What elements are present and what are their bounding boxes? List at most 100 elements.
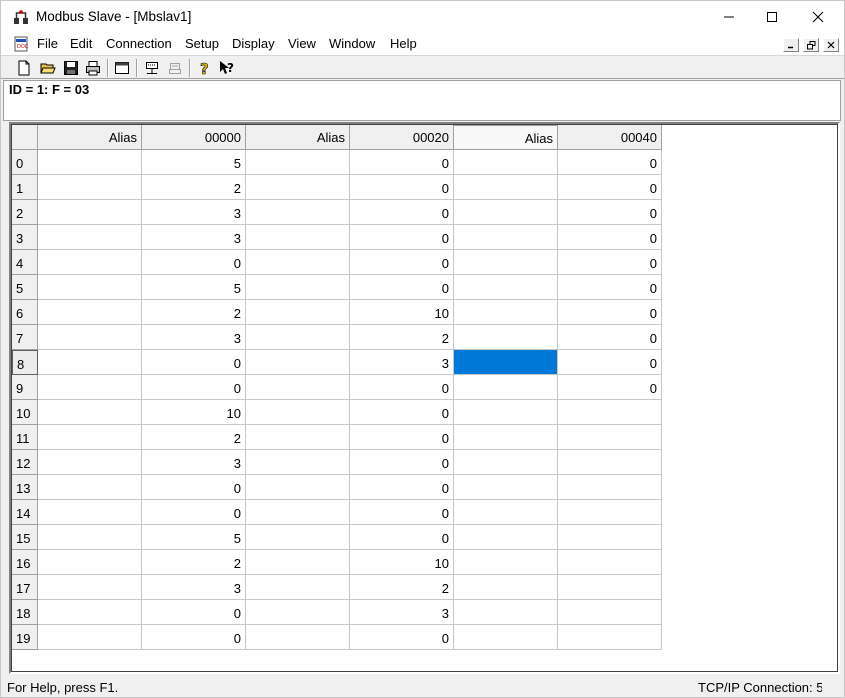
row-header-9[interactable]: 9 [12,375,38,400]
grid-cell[interactable] [454,225,558,250]
grid-cell[interactable] [246,450,350,475]
grid-cell[interactable] [246,550,350,575]
grid-cell[interactable] [38,500,142,525]
grid-cell[interactable] [558,575,662,600]
grid-cell[interactable]: 2 [142,300,246,325]
grid-cell[interactable]: 0 [350,425,454,450]
row-header-14[interactable]: 14 [12,500,38,525]
row-header-7[interactable]: 7 [12,325,38,350]
grid-cell[interactable] [454,525,558,550]
grid-cell[interactable] [246,250,350,275]
close-button[interactable] [795,1,841,33]
open-button[interactable] [38,58,58,78]
row-header-2[interactable]: 2 [12,200,38,225]
print-button[interactable] [83,58,103,78]
grid-cell[interactable] [454,375,558,400]
help-button[interactable]: ? [194,58,214,78]
grid-cell[interactable]: 10 [350,300,454,325]
grid-cell[interactable]: 0 [558,250,662,275]
grid-corner[interactable] [12,125,38,150]
grid-cell[interactable] [38,450,142,475]
grid-cell[interactable]: 3 [142,225,246,250]
menu-file[interactable]: File [37,36,58,51]
grid-cell[interactable] [558,600,662,625]
row-header-0[interactable]: 0 [12,150,38,175]
grid-cell[interactable]: 3 [350,350,454,375]
grid-cell[interactable] [454,200,558,225]
row-header-10[interactable]: 10 [12,400,38,425]
grid-cell[interactable]: 0 [350,500,454,525]
grid-cell[interactable]: 2 [142,550,246,575]
maximize-button[interactable] [749,1,795,33]
grid-cell[interactable] [38,400,142,425]
grid-cell[interactable] [38,250,142,275]
grid-cell[interactable] [454,425,558,450]
row-header-18[interactable]: 18 [12,600,38,625]
mdi-close-button[interactable] [823,38,839,52]
grid-cell[interactable]: 0 [558,375,662,400]
grid-cell[interactable] [38,525,142,550]
grid-cell[interactable] [558,525,662,550]
row-header-12[interactable]: 12 [12,450,38,475]
grid-cell[interactable] [38,350,142,375]
grid-cell[interactable] [38,300,142,325]
grid-cell[interactable] [454,475,558,500]
grid-cell[interactable] [454,575,558,600]
grid-cell[interactable]: 0 [142,500,246,525]
document-icon[interactable]: DOC [13,36,29,52]
grid-cell[interactable] [454,625,558,650]
grid-cell[interactable]: 0 [142,625,246,650]
row-header-17[interactable]: 17 [12,575,38,600]
menu-display[interactable]: Display [232,36,275,51]
grid-cell[interactable] [558,550,662,575]
grid-cell[interactable]: 0 [350,200,454,225]
grid-cell[interactable] [454,275,558,300]
grid-cell[interactable]: 0 [350,175,454,200]
column-header-0[interactable]: Alias [38,125,142,150]
grid-cell[interactable]: 0 [558,150,662,175]
row-header-11[interactable]: 11 [12,425,38,450]
grid-cell[interactable] [246,525,350,550]
grid-cell[interactable] [246,575,350,600]
mdi-minimize-button[interactable] [783,38,799,52]
grid-cell[interactable] [454,250,558,275]
row-header-6[interactable]: 6 [12,300,38,325]
grid-cell[interactable] [38,375,142,400]
column-header-1[interactable]: 00000 [142,125,246,150]
selected-grid-cell[interactable] [454,350,558,375]
grid-cell[interactable]: 3 [142,200,246,225]
grid-cell[interactable] [246,325,350,350]
grid-cell[interactable] [246,275,350,300]
disconnect-button[interactable] [165,58,185,78]
grid-cell[interactable] [246,375,350,400]
grid-cell[interactable]: 5 [142,150,246,175]
minimize-button[interactable] [706,1,752,33]
connect-button[interactable] [142,58,162,78]
column-header-2[interactable]: Alias [246,125,350,150]
grid-cell[interactable]: 0 [142,600,246,625]
menu-help[interactable]: Help [390,36,417,51]
row-header-15[interactable]: 15 [12,525,38,550]
grid-cell[interactable]: 0 [558,200,662,225]
menu-edit[interactable]: Edit [70,36,92,51]
grid-cell[interactable] [38,150,142,175]
menu-view[interactable]: View [288,36,316,51]
row-header-3[interactable]: 3 [12,225,38,250]
grid-cell[interactable]: 10 [350,550,454,575]
grid-cell[interactable]: 0 [558,175,662,200]
grid-cell[interactable]: 0 [142,350,246,375]
grid-cell[interactable] [454,600,558,625]
row-header-1[interactable]: 1 [12,175,38,200]
mdi-restore-button[interactable] [803,38,819,52]
grid-cell[interactable]: 0 [350,375,454,400]
menu-setup[interactable]: Setup [185,36,219,51]
grid-cell[interactable] [454,175,558,200]
grid-cell[interactable]: 2 [350,325,454,350]
grid-cell[interactable] [246,475,350,500]
grid-cell[interactable] [454,150,558,175]
grid-cell[interactable] [558,450,662,475]
grid-cell[interactable] [246,300,350,325]
grid-cell[interactable] [454,300,558,325]
grid-cell[interactable] [246,625,350,650]
grid-cell[interactable]: 0 [558,275,662,300]
